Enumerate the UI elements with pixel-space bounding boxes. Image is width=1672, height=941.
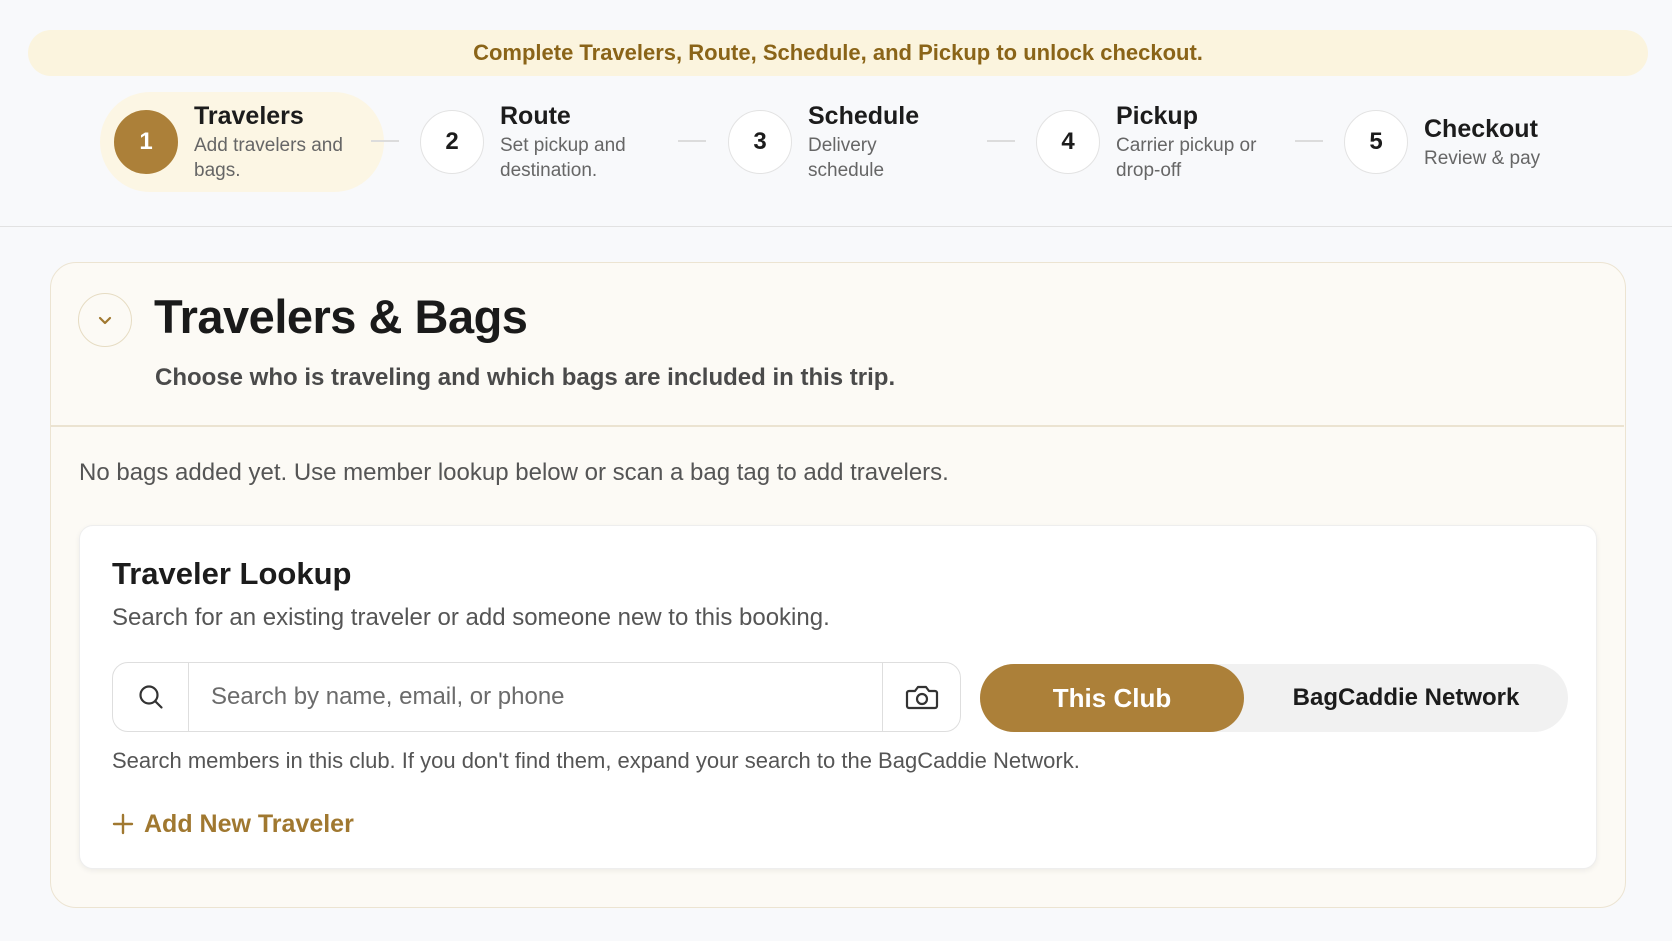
plus-icon [112,813,134,835]
banner-text: Complete Travelers, Route, Schedule, and… [473,40,1203,65]
step-travelers[interactable]: 1 Travelers Add travelers and bags. [100,92,384,192]
add-new-traveler-label: Add New Traveler [144,809,354,838]
step-schedule[interactable]: 3 Schedule Delivery schedule [728,92,919,192]
step-description: Delivery schedule [808,135,885,181]
travelers-bags-card: Travelers & Bags Choose who is traveling… [50,262,1626,908]
step-description: Set pickup and destination. [500,135,626,181]
progress-stepper: 1 Travelers Add travelers and bags. 2 Ro… [0,90,1672,196]
step-connector [987,140,1015,142]
lookup-title: Traveler Lookup [112,556,352,591]
section-divider [51,425,1624,427]
step-number: 3 [728,110,792,174]
step-description: Add travelers and bags. [194,135,343,181]
step-connector [1295,140,1323,142]
header-divider [0,226,1672,227]
step-description: Carrier pickup or drop-off [1116,135,1257,181]
step-number: 4 [1036,110,1100,174]
search-button[interactable] [113,663,189,731]
step-number: 5 [1344,110,1408,174]
step-checkout[interactable]: 5 Checkout Review & pay [1344,92,1624,192]
chevron-down-icon [98,316,112,325]
step-description: Review & pay [1424,147,1541,169]
step-connector [678,140,706,142]
step-title: Pickup [1116,102,1198,130]
step-title: Travelers [194,102,304,130]
step-connector [371,140,399,142]
step-pickup[interactable]: 4 Pickup Carrier pickup or drop-off [1036,92,1261,192]
lookup-subtitle: Search for an existing traveler or add s… [112,604,830,631]
checkout-requirements-banner: Complete Travelers, Route, Schedule, and… [28,30,1648,76]
search-scope-toggle: This Club BagCaddie Network [980,664,1568,732]
search-box [112,662,961,732]
scope-this-club[interactable]: This Club [980,664,1244,732]
scan-bag-tag-button[interactable] [882,663,960,731]
add-new-traveler-button[interactable]: Add New Traveler [112,804,354,844]
step-title: Route [500,102,571,130]
step-title: Schedule [808,102,920,130]
collapse-button[interactable] [78,293,132,347]
section-title: Travelers & Bags [154,290,528,343]
traveler-lookup-panel: Traveler Lookup Search for an existing t… [79,525,1597,869]
empty-state-message: No bags added yet. Use member lookup bel… [79,459,949,486]
search-icon [138,685,163,709]
step-number: 1 [114,110,178,174]
search-input[interactable] [189,663,882,731]
step-route[interactable]: 2 Route Set pickup and destination. [420,92,660,192]
step-number: 2 [420,110,484,174]
step-title: Checkout [1424,114,1538,143]
camera-icon [905,685,938,710]
scope-bagcaddie-network[interactable]: BagCaddie Network [1244,664,1568,732]
section-subtitle: Choose who is traveling and which bags a… [155,364,896,391]
search-helper-text: Search members in this club. If you don'… [112,748,1080,773]
